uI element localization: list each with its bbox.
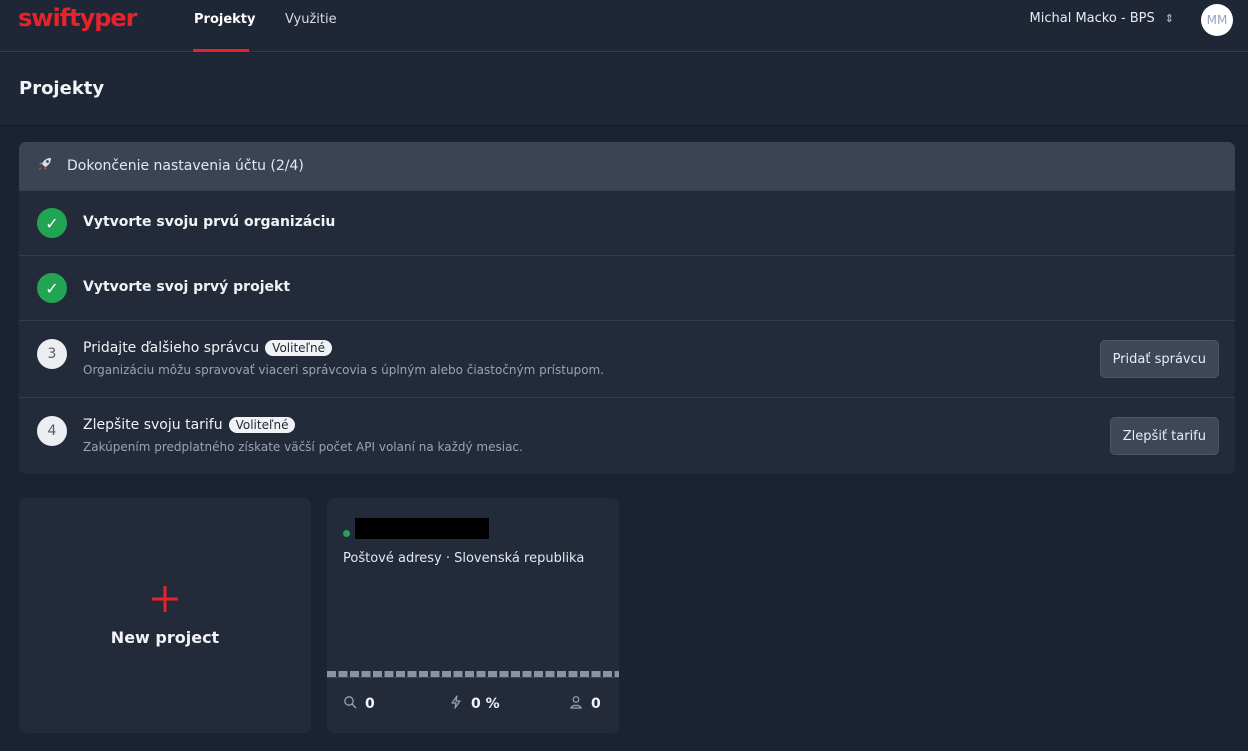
searches-value: 0 xyxy=(365,696,375,712)
top-navbar: swiftyper Projekty Využitie Michal Macko… xyxy=(0,0,1248,52)
user-icon xyxy=(569,695,583,713)
setup-step-1: ✓ Vytvorte svoju prvú organizáciu xyxy=(19,190,1235,255)
tab-projekty[interactable]: Projekty xyxy=(193,0,255,52)
page-header: Projekty xyxy=(0,53,1248,126)
step-3-description: Organizáciu môžu spravovať viaceri správ… xyxy=(83,363,605,377)
organization-name: Michal Macko - BPS xyxy=(1029,11,1155,26)
users-stat: 0 xyxy=(569,695,601,713)
optional-badge: Voliteľné xyxy=(265,340,333,356)
tab-vyuzitie[interactable]: Využitie xyxy=(285,0,337,52)
rocket-icon xyxy=(37,156,53,176)
setup-title: Dokončenie nastavenia účtu (2/4) xyxy=(67,158,304,174)
brand-logo[interactable]: swiftyper xyxy=(18,4,138,32)
step-number: 4 xyxy=(37,416,67,446)
active-tab-indicator xyxy=(193,49,249,52)
organization-switcher[interactable]: Michal Macko - BPS ⇕ xyxy=(1030,11,1174,26)
step-4-title: Zlepšite svoju tarifu Voliteľné xyxy=(83,417,296,433)
search-icon xyxy=(343,695,357,713)
status-dot xyxy=(343,530,350,537)
add-admin-button[interactable]: Pridať správcu xyxy=(1099,340,1219,378)
project-name-redacted xyxy=(355,518,489,539)
check-icon: ✓ xyxy=(37,273,67,303)
new-project-card[interactable]: New project xyxy=(19,498,311,733)
avatar[interactable]: MM xyxy=(1201,4,1233,36)
setup-step-4: 4 Zlepšite svoju tarifu Voliteľné Zakúpe… xyxy=(19,397,1235,474)
setup-step-2: ✓ Vytvorte svoj prvý projekt xyxy=(19,255,1235,320)
new-project-label: New project xyxy=(110,628,220,647)
rate-stat: 0 % xyxy=(449,695,500,713)
rate-value: 0 % xyxy=(471,696,500,712)
step-2-title: Vytvorte svoj prvý projekt xyxy=(83,279,291,295)
step-1-title: Vytvorte svoju prvú organizáciu xyxy=(83,214,336,230)
page-title: Projekty xyxy=(19,78,105,99)
project-card[interactable]: Poštové adresy · Slovenská republika 0 0… xyxy=(327,498,619,733)
searches-stat: 0 xyxy=(343,695,375,713)
step-4-title-text: Zlepšite svoju tarifu xyxy=(83,417,223,433)
chevron-updown-icon: ⇕ xyxy=(1164,12,1174,25)
setup-header: Dokončenie nastavenia účtu (2/4) xyxy=(19,142,1235,190)
check-icon: ✓ xyxy=(37,208,67,238)
setup-step-3: 3 Pridajte ďalšieho správcu Voliteľné Or… xyxy=(19,320,1235,397)
plus-icon xyxy=(19,580,311,620)
optional-badge: Voliteľné xyxy=(228,417,296,433)
bolt-icon xyxy=(449,695,463,713)
tab-projekty-label: Projekty xyxy=(194,12,256,27)
users-value: 0 xyxy=(591,696,601,712)
step-3-title: Pridajte ďalšieho správcu Voliteľné xyxy=(83,340,333,356)
project-subtitle: Poštové adresy · Slovenská republika xyxy=(343,551,585,566)
step-3-title-text: Pridajte ďalšieho správcu xyxy=(83,340,260,356)
upgrade-plan-button[interactable]: Zlepšiť tarifu xyxy=(1109,417,1219,455)
divider xyxy=(327,677,619,678)
step-4-description: Zakúpením predplatného získate väčší poč… xyxy=(83,440,523,454)
account-setup-panel: Dokončenie nastavenia účtu (2/4) ✓ Vytvo… xyxy=(19,142,1235,474)
step-number: 3 xyxy=(37,339,67,369)
